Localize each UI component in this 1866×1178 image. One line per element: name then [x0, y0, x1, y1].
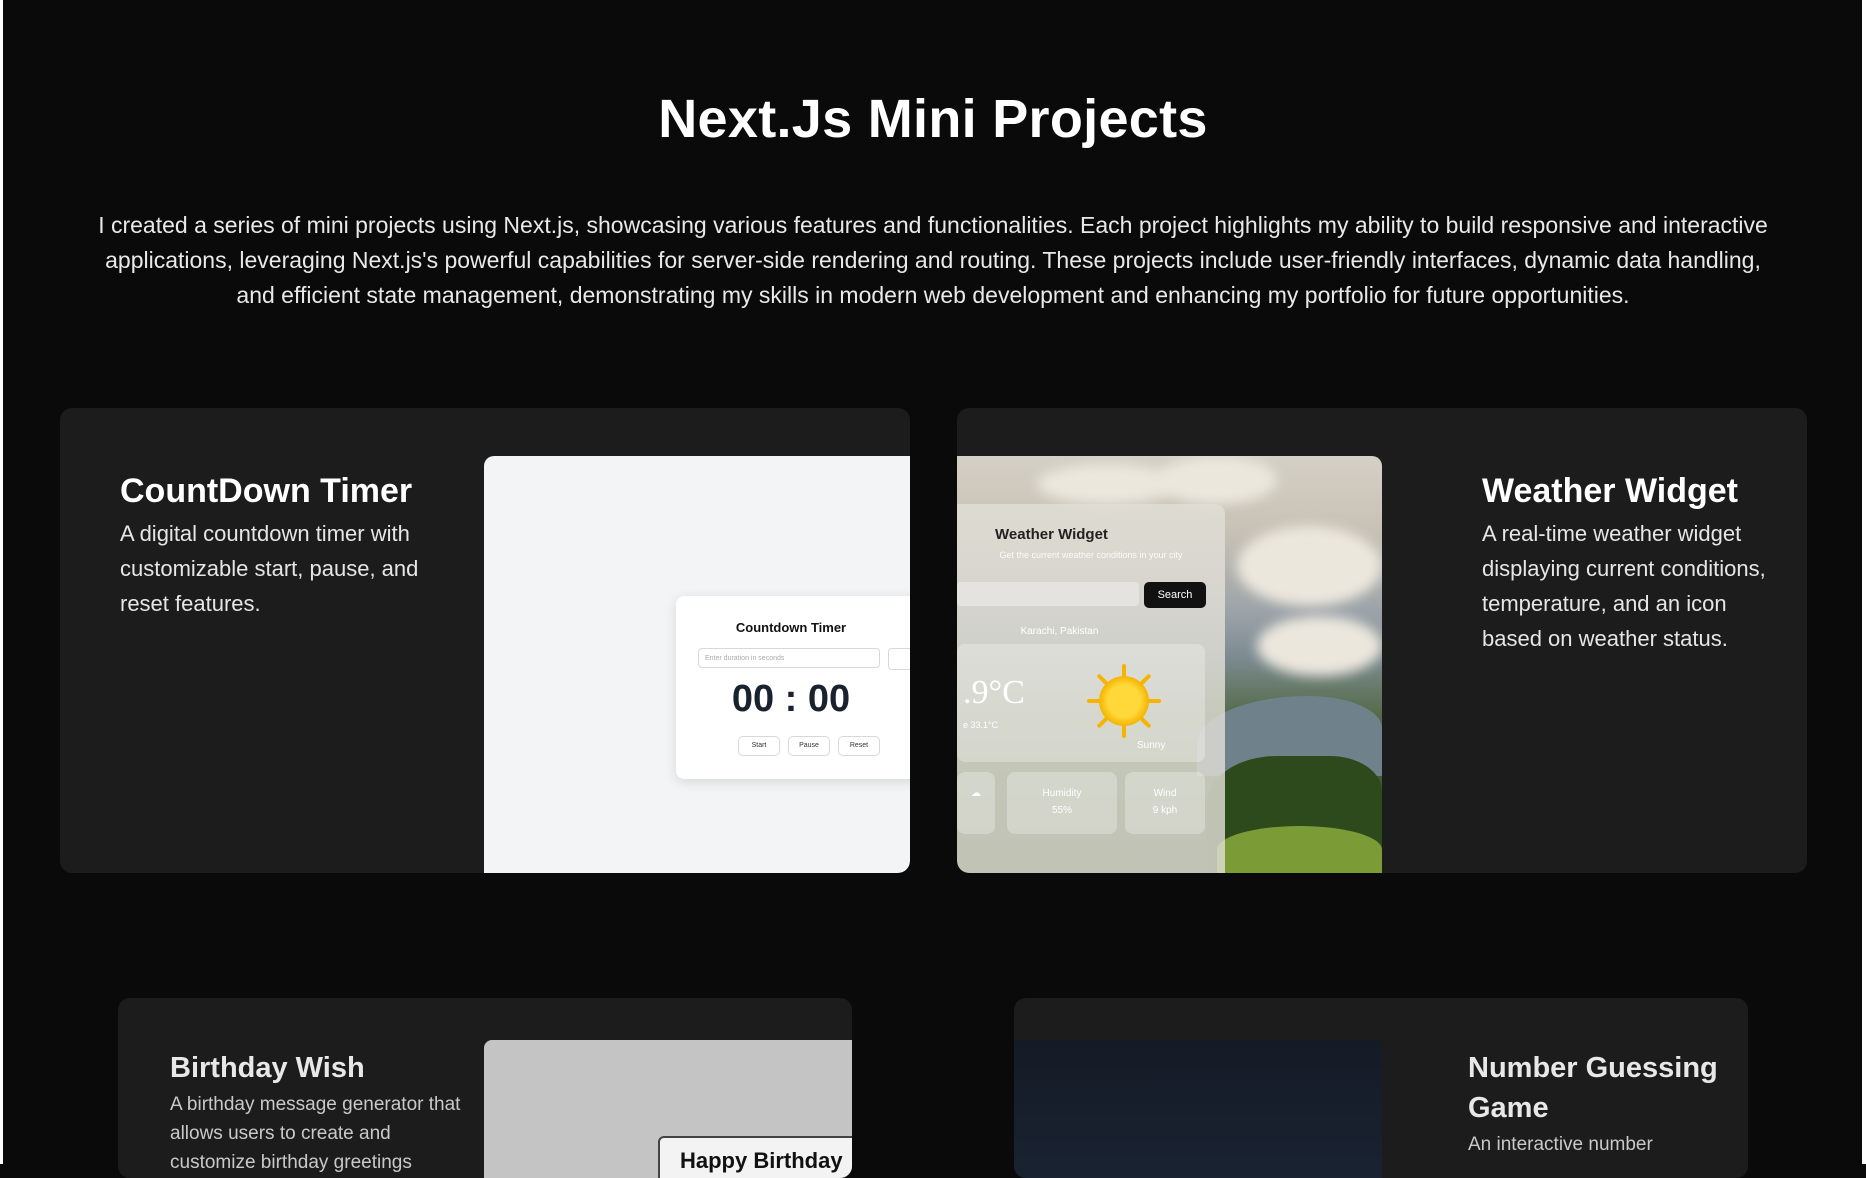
grass-shape [1217, 826, 1382, 873]
cloud-shape [1237, 526, 1382, 606]
cloud-icon: ☁ [971, 788, 981, 799]
humidity-value: 55% [1051, 805, 1072, 816]
wind-value: 9 kph [1152, 805, 1178, 816]
weather-preview-main: .9°C e 33.1°C Sunny [957, 644, 1205, 762]
countdown-preview-heading: Countdown Timer [735, 620, 847, 635]
countdown-preview-start-button: Start [738, 736, 780, 756]
cloud-shape [1157, 456, 1277, 504]
project-title: Number Guessing Game [1468, 1052, 1718, 1124]
sun-icon [1099, 676, 1149, 726]
countdown-preview-time: 00 : 00 [731, 678, 851, 720]
weather-preview-input [957, 582, 1139, 606]
project-preview-image: Weather Widget Get the current weather c… [957, 456, 1382, 873]
project-title: Weather Widget [1482, 472, 1738, 510]
project-card-number-guessing-game[interactable]: Number Guessing Game An interactive numb… [1014, 998, 1748, 1178]
card-text: Number Guessing Game An interactive numb… [1468, 1048, 1728, 1159]
weather-preview-stat-wind: Wind 9 kph [1125, 772, 1205, 834]
project-preview-image [1014, 1040, 1382, 1178]
humidity-label: Humidity [1042, 788, 1082, 799]
intro-paragraph: I created a series of mini projects usin… [98, 212, 1768, 308]
countdown-preview-input: Enter duration in seconds [698, 648, 880, 668]
project-card-countdown-timer[interactable]: CountDown Timer A digital countdown time… [60, 408, 910, 873]
weather-preview-temperature: .9°C [963, 674, 1025, 711]
weather-preview-heading: Weather Widget [995, 526, 1108, 543]
card-text: Birthday Wish A birthday message generat… [170, 1048, 470, 1177]
countdown-preview-box: Countdown Timer Enter duration in second… [676, 596, 910, 779]
countdown-preview-set-button [888, 648, 910, 670]
project-card-weather-widget[interactable]: Weather Widget Get the current weather c… [957, 408, 1807, 873]
project-description: An interactive number [1468, 1134, 1653, 1155]
weather-preview-stat-humidity: Humidity 55% [1007, 772, 1117, 834]
project-title: Birthday Wish [170, 1052, 365, 1084]
weather-preview-subtitle: Get the current weather conditions in yo… [999, 550, 1183, 560]
page-edge-right [1862, 0, 1866, 1164]
weather-preview-feels-like: e 33.1°C [963, 720, 999, 730]
cloud-shape [1257, 616, 1382, 676]
project-title: CountDown Timer [120, 472, 413, 510]
project-preview-image: Happy Birthday [484, 1040, 852, 1178]
wind-label: Wind [1153, 788, 1177, 799]
project-description: A real-time weather widget displaying cu… [1482, 521, 1766, 651]
card-text: Weather Widget A real-time weather widge… [1482, 468, 1772, 656]
weather-preview-stat-cloud: ☁ [957, 772, 995, 834]
weather-preview-panel: Weather Widget Get the current weather c… [957, 504, 1225, 873]
birthday-preview-card: Happy Birthday [658, 1136, 852, 1178]
project-card-birthday-wish[interactable]: Birthday Wish A birthday message generat… [118, 998, 852, 1178]
countdown-preview-pause-button: Pause [788, 736, 830, 756]
cloud-shape [1037, 464, 1177, 504]
weather-preview-location: Karachi, Pakistan [1020, 626, 1099, 637]
page-title: Next.Js Mini Projects [658, 89, 1208, 149]
card-text: CountDown Timer A digital countdown time… [120, 468, 460, 621]
page-edge-left [0, 0, 3, 1164]
countdown-preview-reset-button: Reset [838, 736, 880, 756]
weather-preview-search-button: Search [1144, 582, 1206, 608]
project-preview-image: Countdown Timer Enter duration in second… [484, 456, 910, 873]
weather-preview-condition: Sunny [1137, 740, 1166, 751]
project-description: A digital countdown timer with customiza… [120, 521, 419, 616]
